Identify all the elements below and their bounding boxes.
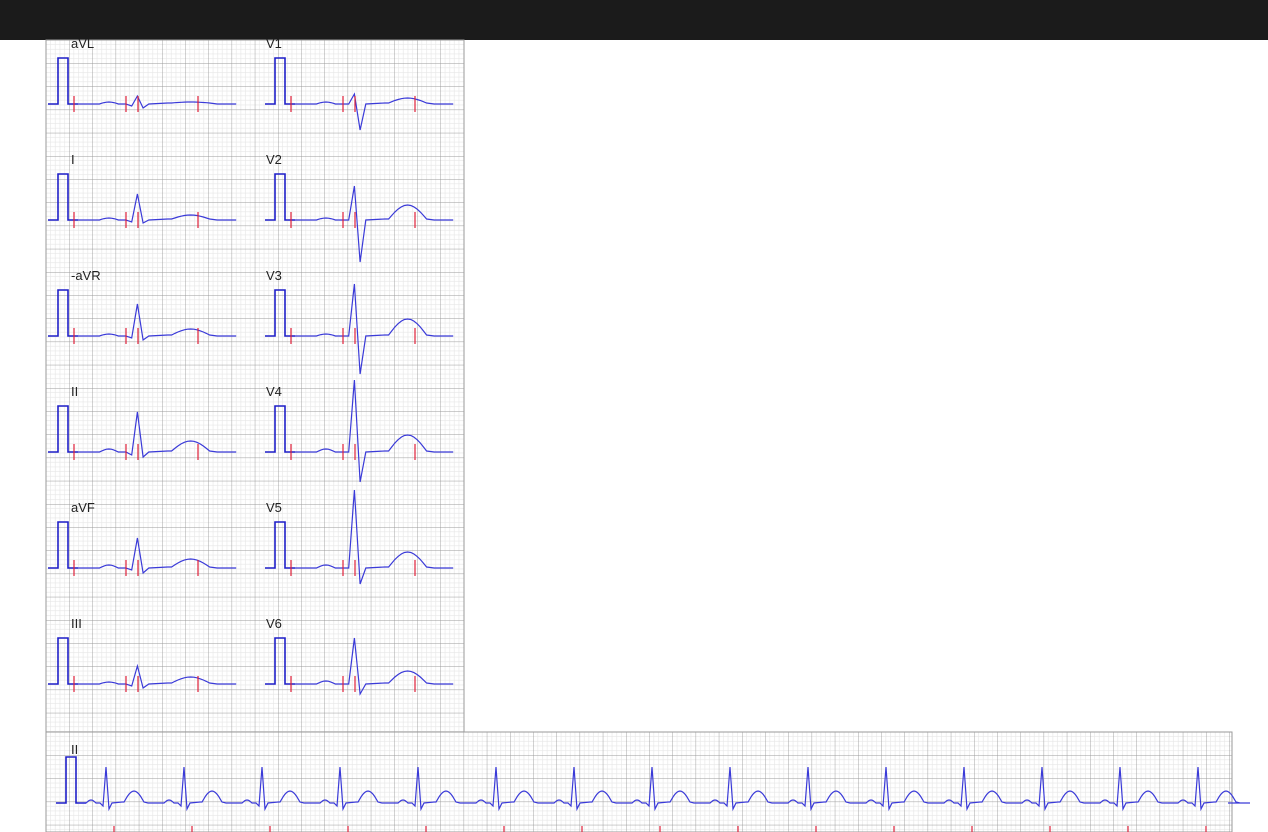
lead-label-avr: -aVR bbox=[71, 268, 101, 283]
lead-label-v2: V2 bbox=[266, 152, 282, 167]
ecg-chart: aVL I -aVR II aVF III V1 V2 V3 V4 V5 V6 II bbox=[45, 36, 1250, 832]
rhythm-strip-label: II bbox=[71, 742, 78, 757]
lead-label-ii: II bbox=[71, 384, 78, 399]
lead-label-avl: aVL bbox=[71, 36, 94, 51]
grid-rhythm-strip bbox=[45, 731, 1233, 832]
lead-label-iii: III bbox=[71, 616, 82, 631]
lead-label-v5: V5 bbox=[266, 500, 282, 515]
grid-12-lead bbox=[45, 39, 465, 733]
lead-label-v6: V6 bbox=[266, 616, 282, 631]
lead-label-avf: aVF bbox=[71, 500, 95, 515]
lead-label-i: I bbox=[71, 152, 75, 167]
lead-label-v1: V1 bbox=[266, 36, 282, 51]
lead-label-v3: V3 bbox=[266, 268, 282, 283]
lead-label-v4: V4 bbox=[266, 384, 282, 399]
